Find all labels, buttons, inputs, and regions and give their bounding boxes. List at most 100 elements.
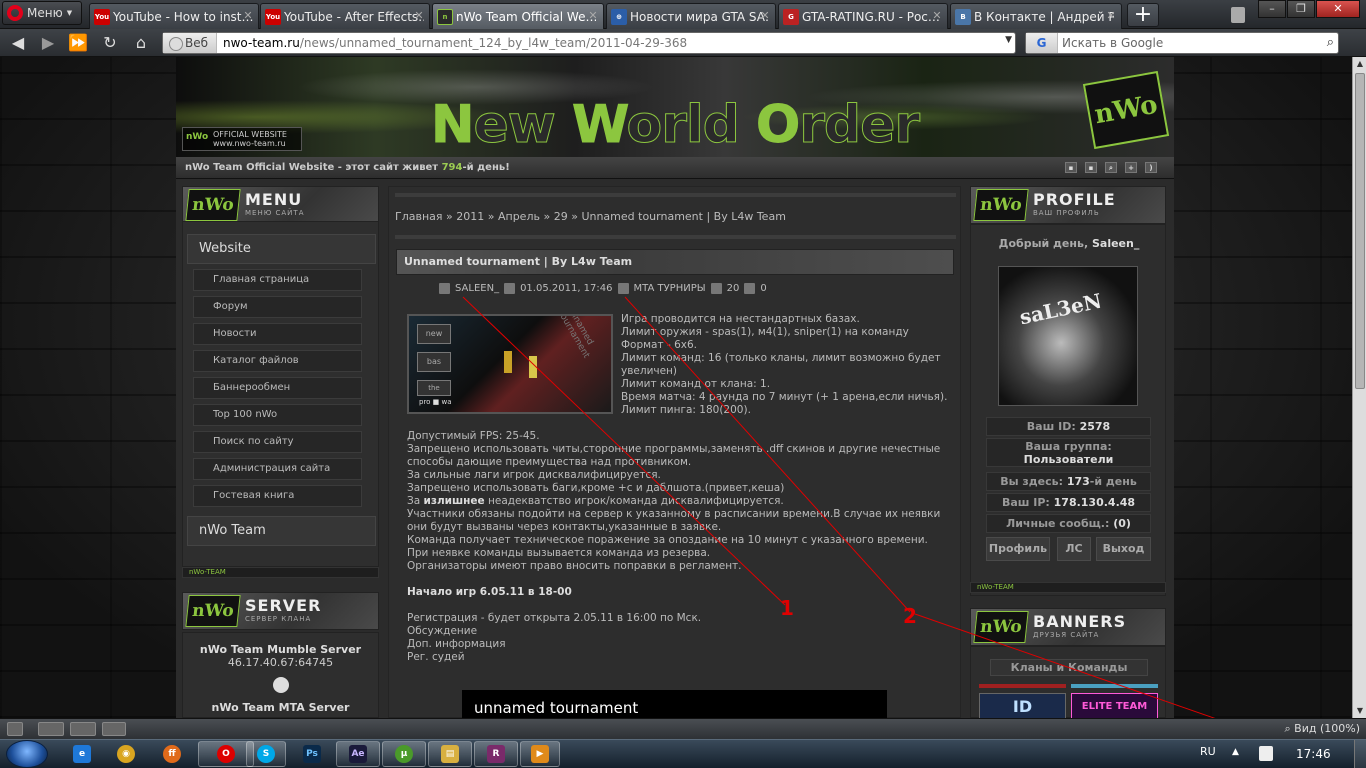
start-button[interactable] [6, 740, 48, 768]
breadcrumb-home[interactable]: Главная [395, 210, 443, 223]
breadcrumb-day[interactable]: 29 [554, 210, 568, 223]
breadcrumb-year[interactable]: 2011 [456, 210, 484, 223]
post-category[interactable]: MTA ТУРНИРЫ [634, 283, 706, 294]
menu-item-top100[interactable]: Top 100 nWo [193, 404, 362, 426]
scroll-down-icon[interactable]: ▼ [1353, 704, 1366, 718]
new-tab-button[interactable]: + [1127, 3, 1159, 27]
judges-link[interactable]: Рег. судей [407, 651, 955, 664]
profile-messages[interactable]: Личные сообщ.: (0) [986, 514, 1151, 533]
trash-icon[interactable] [1231, 7, 1245, 23]
google-icon[interactable]: G [1026, 33, 1058, 53]
tab-gta-rating[interactable]: G GTA-RATING.RU - Рос… ✕ [778, 3, 948, 29]
taskbar-winrar[interactable]: R [474, 741, 518, 767]
close-tab-icon[interactable]: ✕ [587, 10, 599, 22]
turbo-icon[interactable] [38, 722, 64, 736]
back-icon[interactable]: ◀ [8, 33, 28, 53]
show-desktop-button[interactable] [1354, 740, 1366, 768]
tab-youtube-2[interactable]: You YouTube - After Effects… ✕ [260, 3, 430, 29]
menu-item-admins[interactable]: Администрация сайта [193, 458, 362, 480]
profile-id-label: Ваш ID: [1026, 420, 1080, 433]
zoom-control[interactable]: ⌕ Вид (100%) [1285, 722, 1361, 736]
close-tab-icon[interactable]: ✕ [242, 10, 254, 22]
tab-vkontakte[interactable]: B В Контакте | Андрей Р… ✕ [950, 3, 1122, 29]
taskbar-explorer[interactable]: ▤ [428, 741, 472, 767]
mumble-server-address[interactable]: 46.17.40.67:64745 [183, 656, 378, 669]
tab-gta-news[interactable]: ⊕ Новости мира GTA SA… ✕ [606, 3, 776, 29]
post-author[interactable]: SALEEN_ [455, 283, 499, 294]
taskbar-after-effects[interactable]: Ae [336, 741, 380, 767]
clan-banner-elite[interactable]: ELITE TEAM [1071, 693, 1158, 718]
close-tab-icon[interactable]: ✕ [1105, 10, 1117, 22]
logout-button[interactable]: Выход [1096, 537, 1151, 561]
add-mini-icon[interactable]: + [1125, 162, 1137, 173]
breadcrumb-month[interactable]: Апрель [498, 210, 540, 223]
address-bar[interactable]: Веб nwo-team.ru /news/unnamed_tournament… [162, 32, 1016, 54]
minimize-button[interactable]: – [1258, 0, 1286, 18]
close-tab-icon[interactable]: ✕ [931, 10, 943, 22]
menu-item-files[interactable]: Каталог файлов [193, 350, 362, 372]
profile-messages-label: Личные сообщ.: [1006, 517, 1114, 530]
reload-icon[interactable]: ↻ [100, 33, 120, 53]
menu-item-home[interactable]: Главная страница [193, 269, 362, 291]
forward-icon[interactable]: ▶ [38, 33, 58, 53]
post-line: За излишнее неадекватство игрок/команда … [407, 495, 955, 508]
tab-nwo-team[interactable]: n nWo Team Official We… ✕ [432, 3, 604, 29]
scroll-up-icon[interactable]: ▲ [1353, 57, 1366, 71]
search-input[interactable]: G Искать в Google ⌕ [1025, 32, 1339, 54]
language-indicator[interactable]: RU [1200, 745, 1216, 758]
taskbar-firefox[interactable]: ff [152, 741, 192, 767]
profile-header-title: PROFILE [1033, 190, 1116, 209]
chevron-down-icon[interactable]: ▼ [1005, 35, 1012, 45]
rss-icon[interactable]: ) [1145, 162, 1157, 173]
mumble-server-title: nWo Team Mumble Server [199, 643, 362, 656]
taskbar-media-player[interactable]: ▶ [520, 741, 560, 767]
menu-item-news[interactable]: Новости [193, 323, 362, 345]
menu-item-guestbook[interactable]: Гостевая книга [193, 485, 362, 507]
mumble-icon[interactable] [272, 677, 289, 693]
opera-menu-button[interactable]: Меню ▼ [2, 1, 82, 25]
discussion-link[interactable]: Обсуждение [407, 625, 955, 638]
menu-item-site-search[interactable]: Поиск по сайту [193, 431, 362, 453]
tray-expand-icon[interactable]: ▲ [1232, 747, 1239, 757]
sync-icon[interactable] [102, 722, 126, 736]
menu-item-forum[interactable]: Форум [193, 296, 362, 318]
vertical-scrollbar[interactable]: ▲ ▼ [1352, 57, 1366, 718]
private-messages-button[interactable]: ЛС [1057, 537, 1091, 561]
taskbar-ie[interactable]: e [62, 741, 102, 767]
home-mini-icon[interactable]: ▪ [1065, 162, 1077, 173]
navigation-bar: ◀ ▶ ⏩ ↻ ⌂ Веб nwo-team.ru /news/unnamed_… [0, 29, 1366, 57]
register-mini-icon[interactable]: ▪ [1085, 162, 1097, 173]
clock[interactable]: 17:46 [1296, 747, 1331, 761]
fast-forward-icon[interactable]: ⏩ [68, 33, 88, 53]
taskbar-utorrent[interactable]: µ [382, 741, 426, 767]
home-icon[interactable]: ⌂ [131, 33, 151, 53]
thumb-label: pro [419, 398, 431, 406]
clan-banner-id[interactable]: ID [979, 693, 1066, 718]
maximize-button[interactable]: ❐ [1287, 0, 1315, 18]
taskbar-skype[interactable]: S [246, 741, 286, 767]
close-window-button[interactable]: ✕ [1316, 0, 1360, 18]
profile-button[interactable]: Профиль [986, 537, 1050, 561]
scrollbar-thumb[interactable] [1355, 73, 1365, 389]
taskbar-chrome[interactable]: ◉ [106, 741, 146, 767]
panel-toggle-icon[interactable] [7, 722, 23, 736]
post-line: Организаторы имеют право вносить поправк… [407, 560, 742, 572]
menu-section-website[interactable]: Website [187, 234, 376, 264]
unite-icon[interactable] [70, 722, 96, 736]
menu-item-banner-exchange[interactable]: Баннерообмен [193, 377, 362, 399]
taskbar-photoshop[interactable]: Ps [292, 741, 332, 767]
web-badge[interactable]: Веб [163, 33, 218, 53]
tab-youtube-1[interactable]: You YouTube - How to inst… ✕ [89, 3, 259, 29]
menu-section-team[interactable]: nWo Team [187, 516, 376, 546]
search-mini-icon[interactable]: ⌕ [1105, 162, 1117, 173]
avatar-tag: saL3eN [1017, 288, 1104, 330]
more-info-link[interactable]: Доп. информация [407, 638, 955, 651]
action-center-icon[interactable] [1259, 746, 1273, 761]
close-tab-icon[interactable]: ✕ [759, 10, 771, 22]
registration-link[interactable]: Регистрация - будет открыта 2.05.11 в 16… [407, 612, 955, 625]
video-embed[interactable]: unnamed tournament [462, 690, 887, 718]
search-icon[interactable]: ⌕ [1327, 35, 1334, 50]
post-image[interactable]: new bas the Unnamed tournament pro ■ wa [407, 314, 613, 414]
close-tab-icon[interactable]: ✕ [413, 10, 425, 22]
post-comments[interactable]: 0 [760, 283, 766, 294]
